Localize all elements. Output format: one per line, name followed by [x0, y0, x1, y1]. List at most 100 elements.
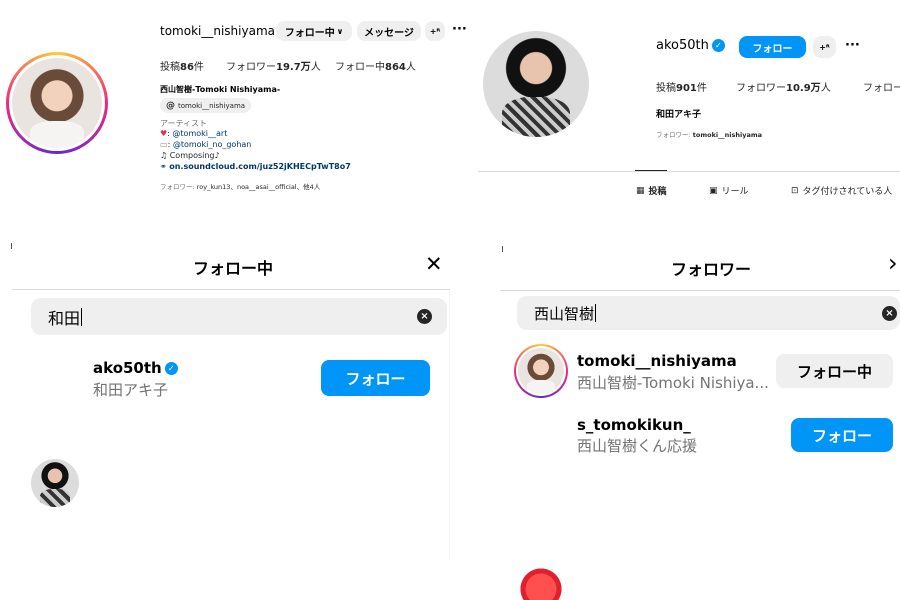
following-value: 864	[385, 62, 406, 73]
posts-label: 投稿	[160, 62, 180, 73]
reels-icon: ▣	[709, 185, 718, 196]
search-value: 西山智樹	[534, 304, 595, 323]
profile-username: ako50th ✓	[656, 38, 725, 53]
close-icon[interactable]: ›	[888, 249, 898, 277]
tab-tagged[interactable]: ⊡ タグ付けされている人	[791, 184, 893, 198]
result-username[interactable]: s_tomokikun_	[577, 416, 691, 434]
dialog-edge	[449, 290, 450, 560]
chevron-down-icon: ∨	[336, 26, 344, 36]
following-button[interactable]: フォロー中 ∨	[276, 21, 352, 41]
profile-ako: ako50th ✓ フォロー +ᴿ ··· 投稿901件 フォロワー10.9万人…	[0, 0, 900, 197]
bio-line-art: ♥: @tomoki__art	[160, 129, 227, 138]
profile-avatar-ring[interactable]	[6, 52, 108, 154]
search-input[interactable]: 西山智樹 ×	[517, 296, 900, 330]
dialog-divider	[12, 289, 450, 290]
list-item[interactable]: ako50th ✓ 和田アキ子 フォロー	[0, 106, 900, 507]
result-full-name: 西山智樹くん応援	[577, 437, 698, 455]
rice-icon: ▭	[160, 140, 168, 149]
bio-mention-art[interactable]: @tomoki__art	[172, 129, 227, 138]
avatar[interactable]	[31, 459, 79, 507]
list-item[interactable]: s_tomokikun_ 西山智樹くん応援 フォロー	[0, 154, 900, 600]
followed-by[interactable]: フォロワー: tomoki__nishiyama	[656, 129, 762, 139]
result-username[interactable]: ako50th ✓	[93, 359, 178, 377]
text-caret	[595, 304, 597, 322]
bio-line-gohan: ▭: @tomoki_no_gohan	[160, 140, 251, 149]
followed-by-names: tomoki__nishiyama	[692, 131, 762, 139]
suggest-user-button[interactable]: +ᴿ	[813, 36, 836, 58]
close-icon[interactable]: ✕	[425, 252, 443, 276]
following-button[interactable]: フォロー中	[776, 354, 893, 388]
search-input[interactable]: 和田 ×	[31, 298, 447, 335]
following-dialog: フォロー中 ✕ 和田 × ako50th ✓ 和田アキ子 フォロー	[0, 106, 900, 560]
followed-by[interactable]: フォロワー: roy_kun13、noa__asai__official、他4人	[160, 181, 320, 191]
text-caret	[81, 307, 83, 326]
tab-tagged-label: タグ付けされている人	[802, 187, 893, 197]
dialog-corner-mark	[11, 243, 12, 249]
tab-reels[interactable]: ▣ リール	[709, 184, 749, 198]
more-options-icon[interactable]: ···	[452, 22, 467, 37]
followers-count[interactable]: フォロワー10.9万人	[736, 79, 831, 94]
bio-composing: Composing♪	[169, 151, 220, 160]
threads-icon: @	[166, 100, 175, 111]
profile-username: tomoki__nishiyama	[160, 24, 275, 38]
result-username-text: ako50th	[93, 359, 162, 377]
followers-unit: 人	[310, 62, 321, 73]
following-count[interactable]: フォロー中864人	[335, 58, 416, 73]
follow-button[interactable]: フォロー	[321, 360, 430, 396]
followed-by-label: フォロワー:	[656, 131, 693, 139]
verified-badge-icon: ✓	[711, 39, 725, 52]
tabs-divider	[478, 171, 900, 172]
followers-unit: 人	[820, 83, 831, 94]
following-unit: 人	[405, 62, 416, 73]
search-value: 和田	[48, 308, 81, 328]
message-button[interactable]: メッセージ	[357, 21, 421, 41]
grid-icon: ▦	[636, 185, 645, 196]
profile-avatar[interactable]	[483, 31, 589, 137]
avatar-ring[interactable]	[514, 344, 568, 398]
tagged-icon: ⊡	[791, 185, 799, 196]
following-label: フォロー	[863, 83, 900, 94]
followers-count[interactable]: フォロワー19.7万人	[226, 58, 321, 73]
followers-value: 19.7万	[276, 62, 311, 73]
following-count[interactable]: フォロー	[863, 79, 900, 94]
follow-button[interactable]: フォロー	[739, 36, 806, 58]
posts-value: 901	[676, 83, 697, 94]
dialog-title: フォロー中	[193, 259, 274, 278]
tab-posts-label: 投稿	[648, 187, 667, 197]
posts-label: 投稿	[656, 83, 676, 94]
verified-badge-icon: ✓	[164, 361, 178, 375]
following-button-label: フォロー中	[284, 27, 335, 39]
posts-value: 86	[180, 62, 194, 73]
followers-label: フォロワー	[736, 83, 786, 94]
bio-mention-gohan[interactable]: @tomoki_no_gohan	[173, 140, 252, 149]
bio-line-composing: ♫ Composing♪	[160, 151, 220, 160]
followers-label: フォロワー	[226, 62, 276, 73]
avatar	[12, 58, 102, 148]
threads-handle: tomoki__nishiyama	[178, 101, 246, 110]
tab-posts[interactable]: ▦ 投稿	[636, 184, 667, 198]
result-username[interactable]: tomoki__nishiyama	[577, 352, 737, 370]
profile-username-text: ako50th	[656, 38, 709, 53]
result-full-name: 西山智樹-Tomoki Nishiya...	[577, 374, 769, 392]
active-tab-indicator	[635, 170, 667, 171]
bio-link[interactable]: on.soundcloud.com/juz52jKHECpTwT8o7	[169, 162, 351, 171]
more-options-icon[interactable]: ···	[845, 38, 860, 53]
dialog-title: フォロワー	[671, 260, 752, 279]
threads-badge[interactable]: @ tomoki__nishiyama	[160, 98, 252, 113]
bio-link-row: ⚭ on.soundcloud.com/juz52jKHECpTwT8o7	[160, 162, 351, 171]
dialog-divider	[500, 290, 900, 291]
followers-value: 10.9万	[786, 83, 821, 94]
clear-search-icon[interactable]: ×	[417, 309, 432, 324]
avatar[interactable]	[517, 565, 565, 600]
clear-search-icon[interactable]: ×	[882, 306, 897, 321]
profile-full-name: 西山智樹-Tomoki Nishiyama-	[160, 85, 281, 94]
followers-dialog: フォロワー › 西山智樹 × tomoki__nishiyama 西山智樹-To…	[0, 154, 900, 600]
suggest-user-button[interactable]: +ᴿ	[425, 21, 445, 41]
following-label: フォロー中	[335, 62, 385, 73]
add-user-icon: +ᴿ	[819, 42, 830, 52]
tab-reels-label: リール	[721, 187, 749, 197]
posts-unit: 件	[193, 62, 204, 73]
dialog-corner-mark	[502, 246, 503, 252]
follow-button[interactable]: フォロー	[791, 418, 893, 452]
add-user-icon: +ᴿ	[429, 26, 441, 36]
